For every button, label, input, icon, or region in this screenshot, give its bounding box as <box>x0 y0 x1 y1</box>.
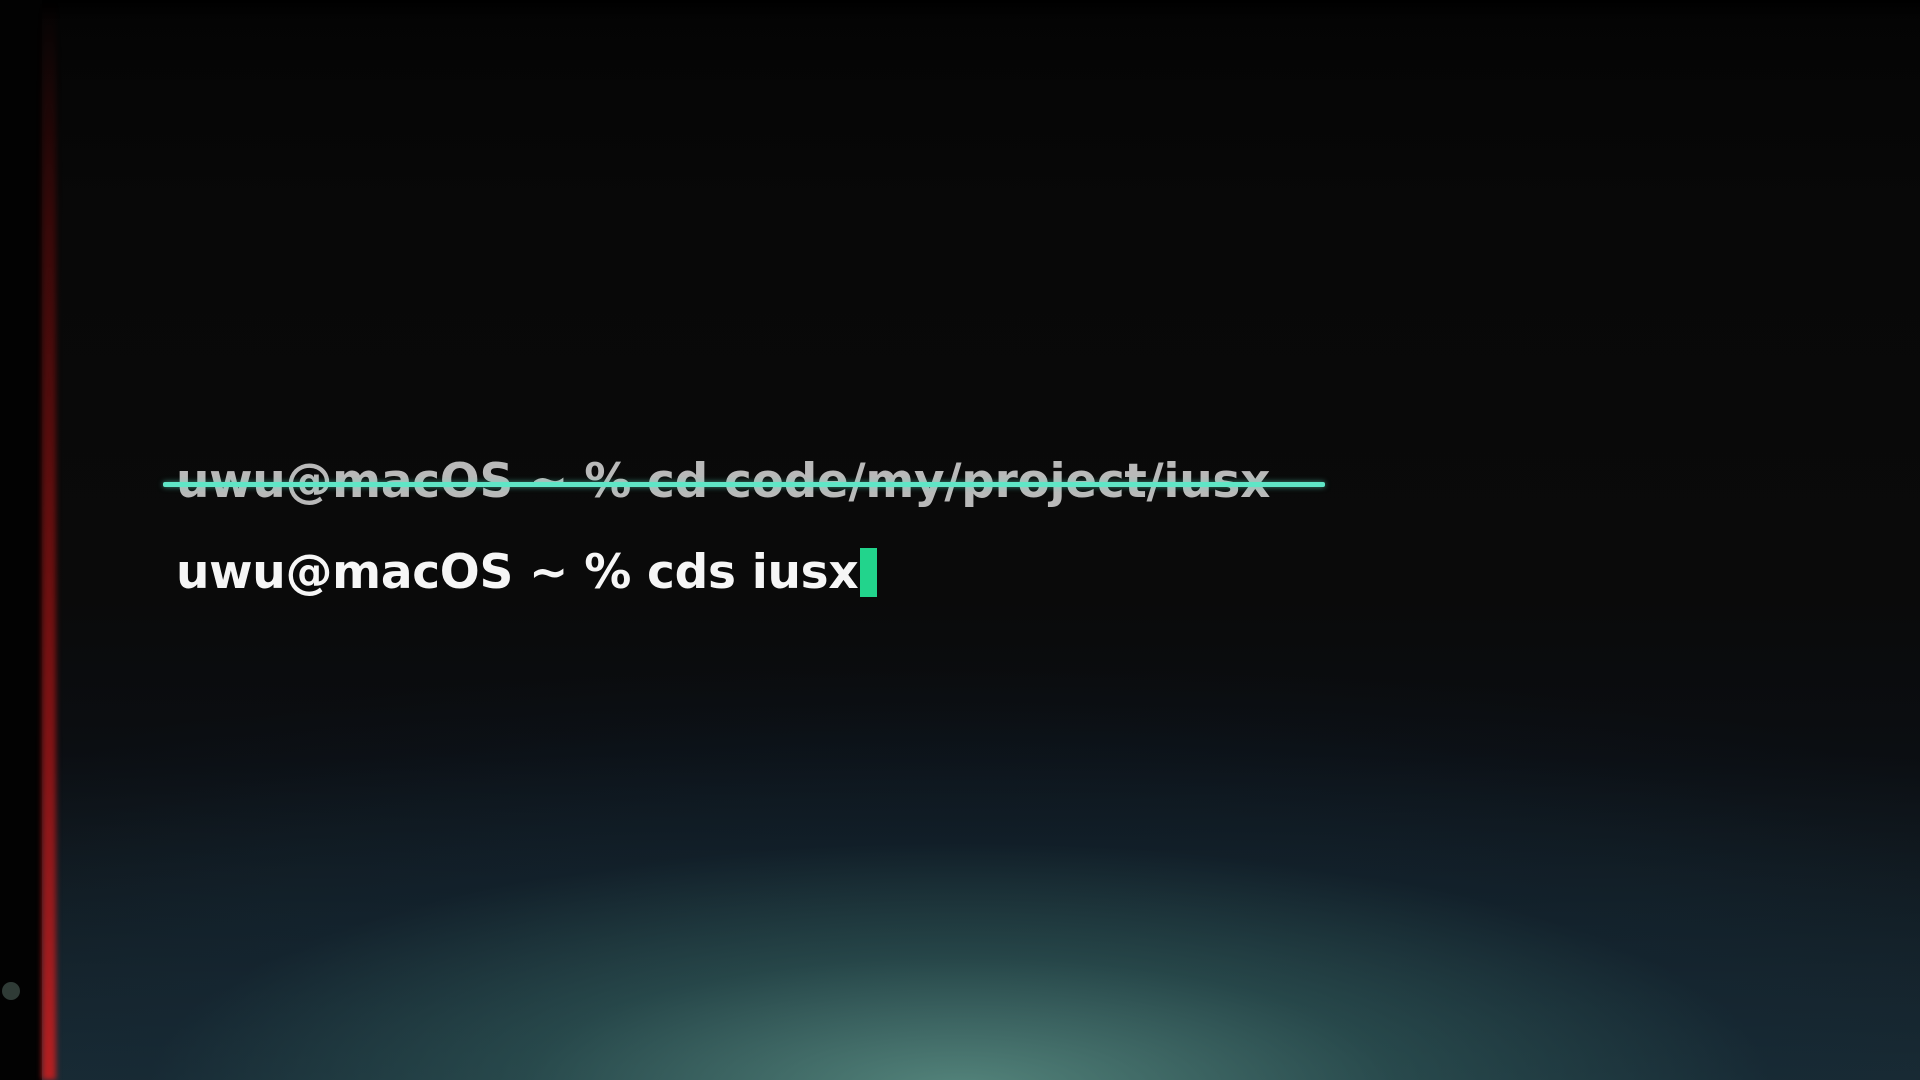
text-cursor <box>860 548 878 597</box>
terminal-screen: uwu@macOS ~ % cd code/my/project/iusx uw… <box>0 0 1920 1080</box>
red-edge-glow <box>42 0 56 1080</box>
bezel-indicator-dot <box>2 982 20 1000</box>
current-command-line[interactable]: uwu@macOS ~ % cds iusx <box>176 545 878 600</box>
monitor-bezel-top <box>0 0 1920 22</box>
monitor-bezel-left <box>0 0 42 1080</box>
current-command-text: uwu@macOS ~ % cds iusx <box>176 545 859 600</box>
strikethrough-line <box>163 482 1325 487</box>
